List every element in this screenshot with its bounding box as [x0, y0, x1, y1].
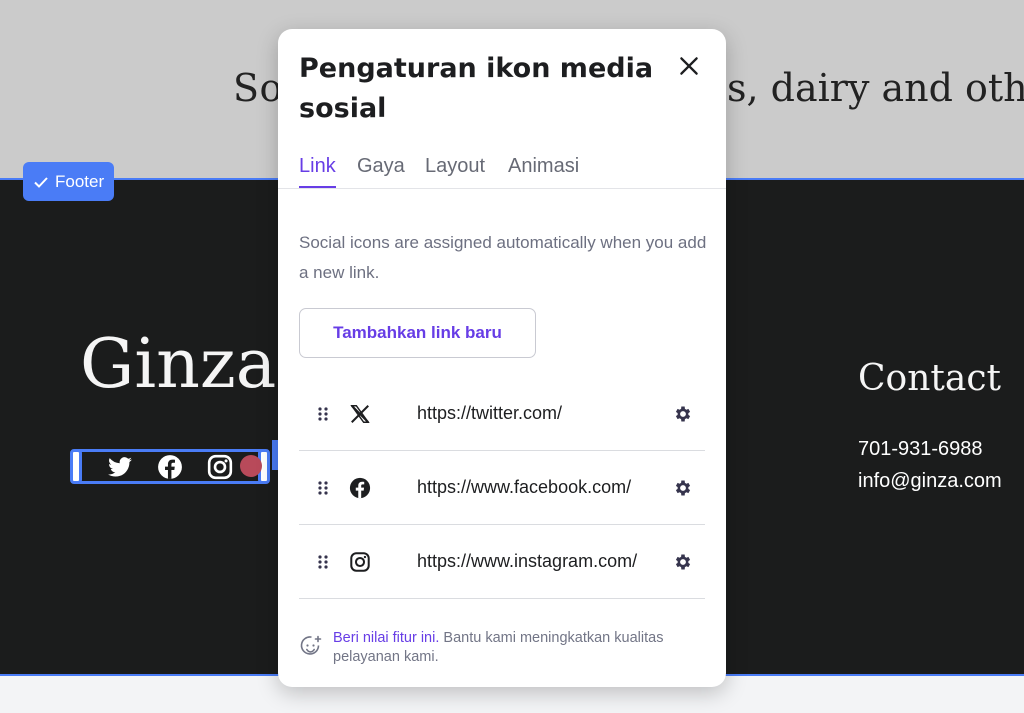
close-icon[interactable] [676, 53, 702, 79]
drag-handle-icon[interactable] [317, 554, 329, 570]
link-row[interactable]: https://twitter.com/ [299, 377, 705, 451]
drag-handle-icon[interactable] [317, 480, 329, 496]
link-row[interactable]: https://www.facebook.com/ [299, 451, 705, 525]
smiley-plus-icon [300, 635, 322, 655]
link-url: https://www.facebook.com/ [417, 477, 632, 497]
tab-animasi[interactable]: Animasi [508, 155, 579, 186]
cursor-indicator [240, 455, 262, 477]
footer-badge-label: Footer [55, 171, 105, 191]
x-twitter-icon [350, 404, 370, 423]
brand-name: Ginza [80, 325, 277, 404]
social-icons-element[interactable] [70, 449, 270, 484]
facebook-icon [349, 477, 371, 498]
hero-text: So [233, 66, 283, 110]
rate-feature-link[interactable]: Beri nilai fitur ini. [333, 630, 439, 646]
tab-layout[interactable]: Layout [425, 155, 485, 186]
contact-email: info@ginza.com [858, 470, 1002, 492]
feedback-note: Beri nilai fitur ini. Bantu kami meningk… [299, 629, 709, 667]
link-url: https://www.instagram.com/ [417, 551, 638, 571]
check-icon [34, 176, 48, 188]
drag-handle-icon[interactable] [317, 406, 329, 422]
dialog-title: Pengaturan ikon media sosial [299, 53, 654, 124]
gear-icon[interactable] [673, 478, 693, 498]
resize-handle-left[interactable] [70, 449, 82, 484]
social-icons-settings-dialog: Pengaturan ikon media sosial Link Gaya L… [278, 29, 726, 687]
tab-gaya[interactable]: Gaya [357, 155, 405, 186]
footer-section-badge[interactable]: Footer [23, 162, 115, 201]
feedback-text-block: Beri nilai fitur ini. Bantu kami meningk… [333, 629, 709, 667]
contact-title: Contact [858, 358, 1001, 399]
gear-icon[interactable] [673, 404, 693, 424]
instagram-icon [207, 454, 233, 479]
add-new-link-button[interactable]: Tambahkan link baru [299, 308, 536, 358]
gear-icon[interactable] [673, 552, 693, 572]
link-row[interactable]: https://www.instagram.com/ [299, 525, 705, 599]
twitter-icon [108, 456, 132, 477]
link-url: https://twitter.com/ [417, 403, 563, 423]
contact-phone: 701-931-6988 [858, 438, 983, 460]
dialog-description: Social icons are assigned automatically … [299, 233, 707, 282]
instagram-icon [350, 551, 370, 572]
hero-text-continued: s, dairy and other [727, 66, 1024, 110]
dialog-tabs: Link Gaya Layout Animasi [278, 153, 726, 189]
tab-link[interactable]: Link [299, 155, 336, 188]
facebook-icon [158, 454, 182, 479]
